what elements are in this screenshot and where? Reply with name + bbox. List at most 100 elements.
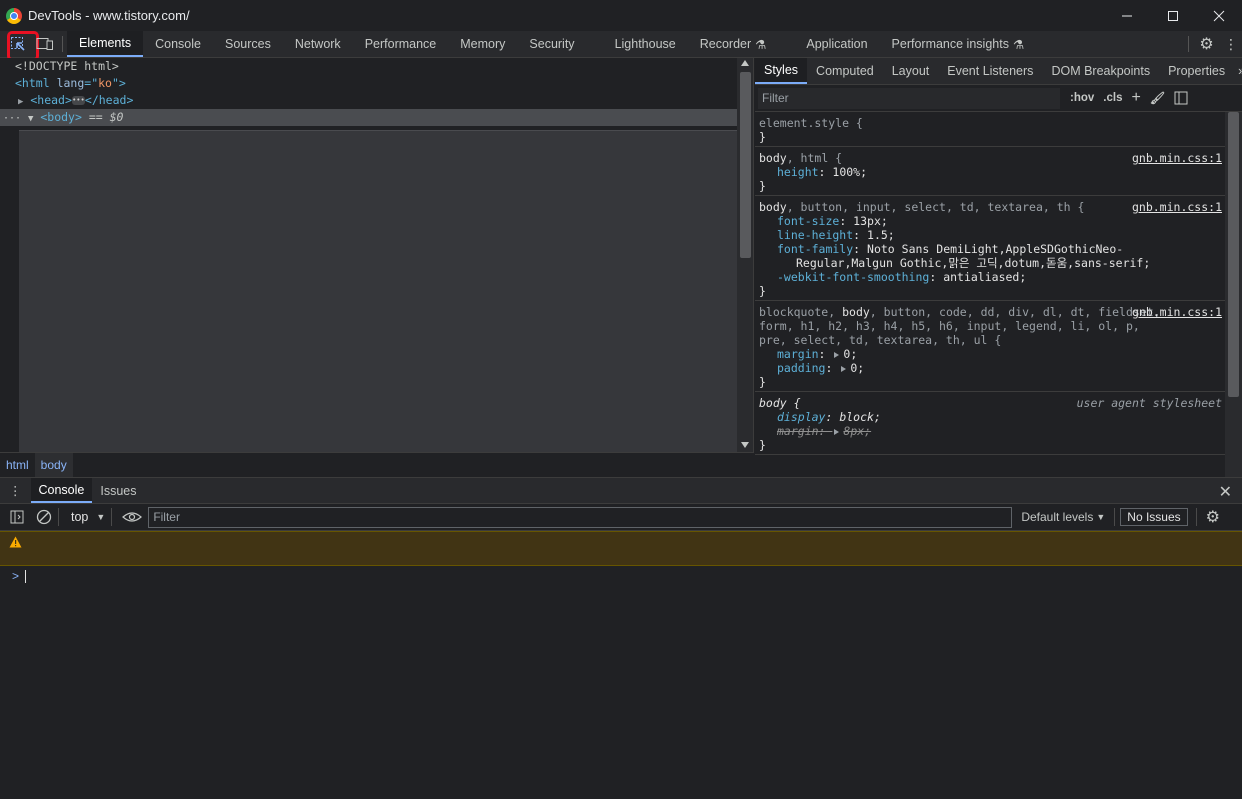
more-dots-icon[interactable]: ··· xyxy=(3,113,21,124)
declaration-font-family[interactable]: font-family: Noto Sans DemiLight,AppleSD… xyxy=(759,242,1224,270)
tab-console[interactable]: Console xyxy=(143,31,213,57)
expand-triangle-icon[interactable] xyxy=(841,365,847,372)
inspect-element-button[interactable] xyxy=(4,31,39,61)
log-levels-dropdown[interactable]: Default levels xyxy=(1021,510,1093,524)
declaration-margin-overridden[interactable]: margin: 8px; xyxy=(759,424,1224,438)
style-rule-body-html[interactable]: body, html { gnb.min.css:1 height: 100%;… xyxy=(755,147,1242,196)
tab-layout[interactable]: Layout xyxy=(883,58,939,84)
tab-dom-breakpoints[interactable]: DOM Breakpoints xyxy=(1042,58,1159,84)
clear-console-icon[interactable] xyxy=(36,509,52,525)
declaration-display[interactable]: display: block; xyxy=(759,410,1224,424)
chrome-logo-icon xyxy=(6,7,22,24)
drawer-tab-issues[interactable]: Issues xyxy=(92,478,144,503)
drawer-tab-console[interactable]: Console xyxy=(30,478,93,503)
prop-value: 100%; xyxy=(832,165,868,179)
device-toolbar-button[interactable] xyxy=(31,31,58,57)
expand-triangle-icon[interactable] xyxy=(834,428,840,435)
prop-name: font-family xyxy=(777,242,854,256)
console-settings-gear-icon[interactable]: ⚙ xyxy=(1206,507,1220,527)
dom-body-node[interactable]: ··· ▼ <body> == $0 xyxy=(0,109,753,126)
flask-icon: ⚗ xyxy=(1012,37,1025,52)
scroll-up-icon[interactable] xyxy=(741,60,749,66)
more-options-button[interactable]: ⋮ xyxy=(1220,31,1242,57)
title-bar: DevTools - www.tistory.com/ xyxy=(0,0,1242,31)
scroll-thumb[interactable] xyxy=(1228,112,1239,397)
close-drawer-icon[interactable]: ✕ xyxy=(1219,482,1232,502)
expand-triangle-icon[interactable]: ▶ xyxy=(18,97,23,107)
tab-properties[interactable]: Properties xyxy=(1159,58,1234,84)
context-select[interactable]: top xyxy=(71,510,88,524)
tab-performance[interactable]: Performance xyxy=(353,31,449,57)
declaration-margin[interactable]: margin: 0; xyxy=(759,347,1224,361)
rule-selector-pre: blockquote, xyxy=(759,305,843,319)
declaration-line-height[interactable]: line-height: 1.5; xyxy=(759,228,1224,242)
tab-performance-insights[interactable]: Performance insights ⚗ xyxy=(880,31,1037,57)
more-tabs-chevron-icon[interactable]: » xyxy=(1234,58,1242,84)
issues-counter-button[interactable]: No Issues xyxy=(1120,508,1188,526)
collapse-triangle-icon[interactable]: ▼ xyxy=(28,114,33,124)
expand-triangle-icon[interactable] xyxy=(834,351,840,358)
style-rule-reset[interactable]: blockquote, body, button, code, dd, div,… xyxy=(755,301,1242,392)
tab-recorder[interactable]: Recorder ⚗ xyxy=(688,31,795,57)
rule-selector-match: body xyxy=(842,305,870,319)
cls-toggle[interactable]: .cls xyxy=(1103,92,1122,104)
tab-elements[interactable]: Elements xyxy=(67,31,144,57)
rule-selector: element.style { xyxy=(759,116,863,130)
tab-computed[interactable]: Computed xyxy=(807,58,883,84)
declaration-padding[interactable]: padding: 0; xyxy=(759,361,1224,375)
maximize-button[interactable] xyxy=(1150,0,1196,31)
tab-security[interactable]: Security xyxy=(517,31,602,57)
rule-source-link[interactable]: gnb.min.css:1 xyxy=(1132,151,1222,165)
tab-lighthouse[interactable]: Lighthouse xyxy=(603,31,688,57)
scroll-down-icon[interactable] xyxy=(741,442,749,448)
sidebar-toggle-icon[interactable] xyxy=(1174,91,1188,105)
console-warning-message[interactable] xyxy=(0,531,1242,566)
styles-filter-input[interactable]: Filter xyxy=(758,87,1060,109)
tab-styles[interactable]: Styles xyxy=(755,58,808,84)
minimize-button[interactable] xyxy=(1104,0,1150,31)
breadcrumb-html[interactable]: html xyxy=(0,453,35,477)
prop-value: antialiased; xyxy=(943,270,1027,284)
eye-icon[interactable] xyxy=(122,510,143,524)
tab-application[interactable]: Application xyxy=(794,31,879,57)
tab-event-listeners[interactable]: Event Listeners xyxy=(938,58,1042,84)
paint-brush-icon[interactable]: 🖌 xyxy=(1150,91,1165,105)
body-children-area xyxy=(19,130,737,452)
dom-head-node[interactable]: ▶ <head>•••</head> xyxy=(0,92,753,109)
style-rule-user-agent[interactable]: body { user agent stylesheet display: bl… xyxy=(755,392,1242,455)
flask-icon: ⚗ xyxy=(755,37,767,52)
rule-selector-match: body xyxy=(759,151,787,165)
breadcrumb-body[interactable]: body xyxy=(34,453,73,477)
new-rule-plus-icon[interactable]: + xyxy=(1131,89,1140,107)
selected-node-marker: == $0 xyxy=(81,110,124,124)
dom-html-node[interactable]: <html lang="ko"> xyxy=(0,75,753,92)
console-toolbar: top ▼ Filter Default levels ▼ No Issues … xyxy=(0,504,1242,531)
rule-selector-rest: { xyxy=(786,396,801,410)
html-attr-close: "> xyxy=(111,76,126,90)
tab-memory[interactable]: Memory xyxy=(448,31,517,57)
rule-source-link[interactable]: gnb.min.css:1 xyxy=(1132,305,1222,319)
hov-toggle[interactable]: :hov xyxy=(1070,92,1094,104)
tab-network[interactable]: Network xyxy=(283,31,353,57)
declaration-height[interactable]: height: 100%; xyxy=(759,165,1224,179)
declaration-font-size[interactable]: font-size: 13px; xyxy=(759,214,1224,228)
rule-source-link[interactable]: gnb.min.css:1 xyxy=(1132,200,1222,214)
style-rule-body-fonts[interactable]: body, button, input, select, td, textare… xyxy=(755,196,1242,301)
scroll-thumb[interactable] xyxy=(740,72,751,258)
close-button[interactable] xyxy=(1196,0,1242,31)
style-rule-element[interactable]: element.style { } xyxy=(755,112,1242,147)
declaration-font-smoothing[interactable]: -webkit-font-smoothing: antialiased; xyxy=(759,270,1224,284)
dom-doctype[interactable]: <!DOCTYPE html> xyxy=(0,58,753,75)
show-sidebar-icon[interactable] xyxy=(10,510,24,524)
prop-name: padding xyxy=(777,361,826,375)
console-filter-input[interactable]: Filter xyxy=(148,506,1013,528)
console-prompt[interactable]: > xyxy=(0,567,1242,585)
tab-sources[interactable]: Sources xyxy=(213,31,283,57)
settings-button[interactable]: ⚙ xyxy=(1193,31,1220,57)
elements-scrollbar[interactable] xyxy=(737,58,753,452)
styles-scrollbar[interactable] xyxy=(1225,112,1242,477)
drawer-menu-button[interactable]: ⋮ xyxy=(0,478,31,503)
window-title: DevTools - www.tistory.com/ xyxy=(28,8,190,23)
head-close-tag: </head> xyxy=(84,93,134,107)
ellipsis-icon[interactable]: ••• xyxy=(71,96,85,105)
